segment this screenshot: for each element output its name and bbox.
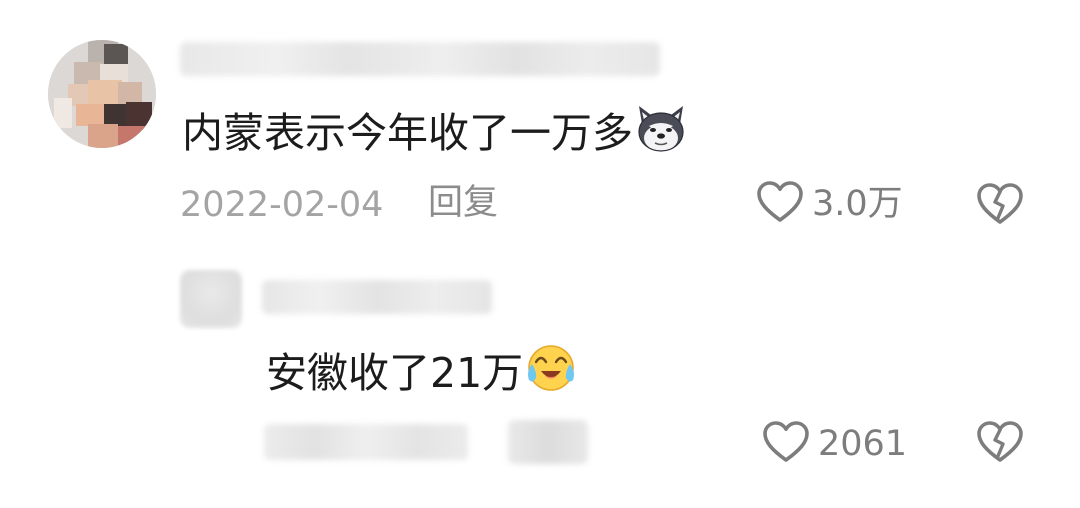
reply-date-blurred [264, 424, 468, 460]
heart-icon [762, 420, 810, 468]
comment-text: 内蒙表示今年收了一万多 [182, 100, 689, 172]
commenter-avatar[interactable] [48, 40, 156, 148]
reply-name-blurred[interactable] [262, 280, 492, 314]
broken-heart-icon [976, 421, 1024, 468]
husky-dog-emoji [633, 100, 689, 172]
broken-heart-icon [976, 183, 1024, 230]
reply-text: 安徽收了21万 [266, 340, 579, 412]
reply-button[interactable]: 回复 [428, 182, 498, 224]
tears-of-joy-emoji [523, 340, 579, 412]
reply-dislike-button[interactable] [976, 420, 1024, 468]
reply-like-count: 2061 [818, 424, 908, 464]
reply-like-button[interactable]: 2061 [762, 420, 907, 468]
reply-body: 安徽收了21万 [266, 349, 524, 397]
comment-date: 2022-02-04 [180, 185, 384, 225]
reply-reply-button-blurred[interactable] [508, 420, 588, 464]
heart-icon [756, 180, 804, 228]
commenter-name-blurred[interactable] [180, 42, 660, 76]
like-button[interactable]: 3.0万 [756, 180, 903, 228]
reply-avatar[interactable] [180, 270, 242, 328]
comment-body: 内蒙表示今年收了一万多 [182, 109, 633, 157]
dislike-button[interactable] [976, 182, 1024, 230]
like-count: 3.0万 [812, 184, 903, 224]
